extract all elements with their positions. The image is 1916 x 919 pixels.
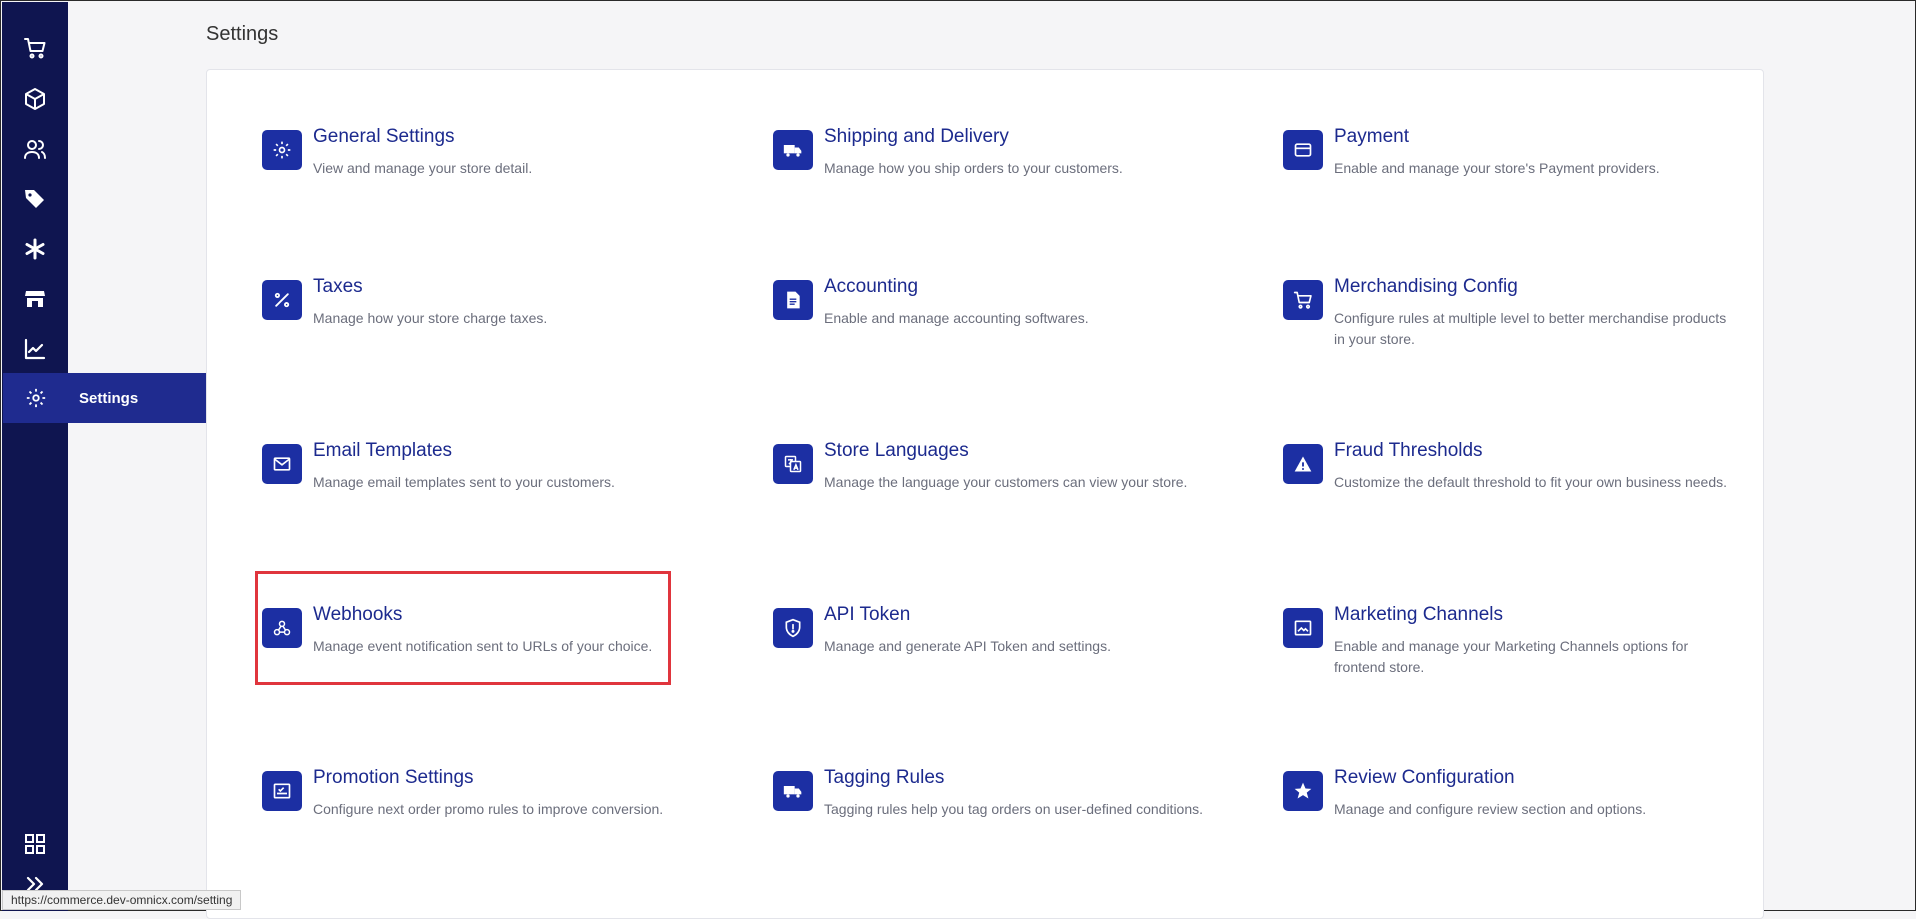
image-icon [1283,608,1323,648]
tile-title[interactable]: Fraud Thresholds [1334,440,1483,462]
tile-title[interactable]: Taxes [313,276,363,298]
page-title: Settings [206,23,279,45]
tile-description: Manage how you ship orders to your custo… [824,160,1123,176]
settings-tile-review-configuration[interactable]: Review Configuration Manage and configur… [1283,767,1743,881]
sidebar-item-label: Settings [79,389,139,407]
settings-tile-promotion[interactable]: Promotion Settings Configure next order … [262,767,722,881]
settings-tile-store-languages[interactable]: Store Languages Manage the language your… [773,440,1233,554]
sidebar [2,2,68,911]
shield-icon [773,608,813,648]
warning-icon [1283,444,1323,484]
credit-card-icon [1283,130,1323,170]
cart-icon [1283,280,1323,320]
store-icon[interactable] [19,283,51,315]
settings-tile-accounting[interactable]: Accounting Enable and manage accounting … [773,276,1233,390]
highlight-box [255,571,671,685]
tile-description: Enable and manage your Marketing Channel… [1334,638,1689,675]
tile-title[interactable]: Merchandising Config [1334,276,1518,298]
tile-title[interactable]: Marketing Channels [1334,604,1503,626]
app-window: Settings Settings General Settings View … [0,0,1916,919]
settings-tile-payment[interactable]: Payment Enable and manage your store's P… [1283,126,1743,240]
document-icon [773,280,813,320]
tile-title[interactable]: Accounting [824,276,918,298]
tile-title[interactable]: Payment [1334,126,1409,148]
envelope-icon [262,444,302,484]
tile-description: Manage the language your customers can v… [824,474,1188,490]
settings-tile-marketing-channels[interactable]: Marketing Channels Enable and manage you… [1283,604,1743,718]
settings-tile-tagging-rules[interactable]: Tagging Rules Tagging rules help you tag… [773,767,1233,881]
tile-title[interactable]: Promotion Settings [313,767,474,789]
star-icon [1283,771,1323,811]
tile-description: Enable and manage accounting softwares. [824,310,1089,326]
truck-icon [773,771,813,811]
tile-description: Manage and generate API Token and settin… [824,638,1111,654]
apps-grid-icon[interactable] [19,828,51,860]
tile-description: Tagging rules help you tag orders on use… [824,801,1204,817]
tile-description: Configure next order promo rules to impr… [313,801,664,817]
translate-icon [773,444,813,484]
tile-title[interactable]: General Settings [313,126,455,148]
settings-tile-general[interactable]: General Settings View and manage your st… [262,126,722,240]
settings-tile-fraud-thresholds[interactable]: Fraud Thresholds Customize the default t… [1283,440,1743,554]
tile-description: Configure rules at multiple level to bet… [1334,310,1727,347]
tile-title[interactable]: Email Templates [313,440,452,462]
tile-description: Manage how your store charge taxes. [313,310,548,326]
tile-title[interactable]: Tagging Rules [824,767,944,789]
tile-description: Manage email templates sent to your cust… [313,474,615,490]
status-bar-url: https://commerce.dev-omnicx.com/setting [2,890,242,910]
tile-title[interactable]: API Token [824,604,910,626]
tags-icon[interactable] [19,183,51,215]
settings-tile-api-token[interactable]: API Token Manage and generate API Token … [773,604,1233,718]
box-icon[interactable] [19,83,51,115]
asterisk-icon[interactable] [19,233,51,265]
tile-description: Enable and manage your store's Payment p… [1334,160,1660,176]
settings-card: General Settings View and manage your st… [206,69,1764,919]
tile-description: Customize the default threshold to fit y… [1334,474,1727,490]
settings-tile-email-templates[interactable]: Email Templates Manage email templates s… [262,440,722,554]
users-icon[interactable] [19,133,51,165]
chart-icon[interactable] [19,333,51,365]
settings-tile-taxes[interactable]: Taxes Manage how your store charge taxes… [262,276,722,390]
percent-icon [262,280,302,320]
tile-description: View and manage your store detail. [313,160,533,176]
cart-icon[interactable] [19,32,51,64]
gear-icon [262,130,302,170]
truck-icon [773,130,813,170]
tile-title[interactable]: Shipping and Delivery [824,126,1009,148]
tile-title[interactable]: Review Configuration [1334,767,1515,789]
settings-tile-shipping[interactable]: Shipping and Delivery Manage how you shi… [773,126,1233,240]
tile-description: Manage and configure review section and … [1334,801,1647,817]
tile-title[interactable]: Store Languages [824,440,969,462]
settings-tile-merchandising[interactable]: Merchandising Config Configure rules at … [1283,276,1743,390]
gear-icon [3,373,69,423]
promo-icon [262,771,302,811]
